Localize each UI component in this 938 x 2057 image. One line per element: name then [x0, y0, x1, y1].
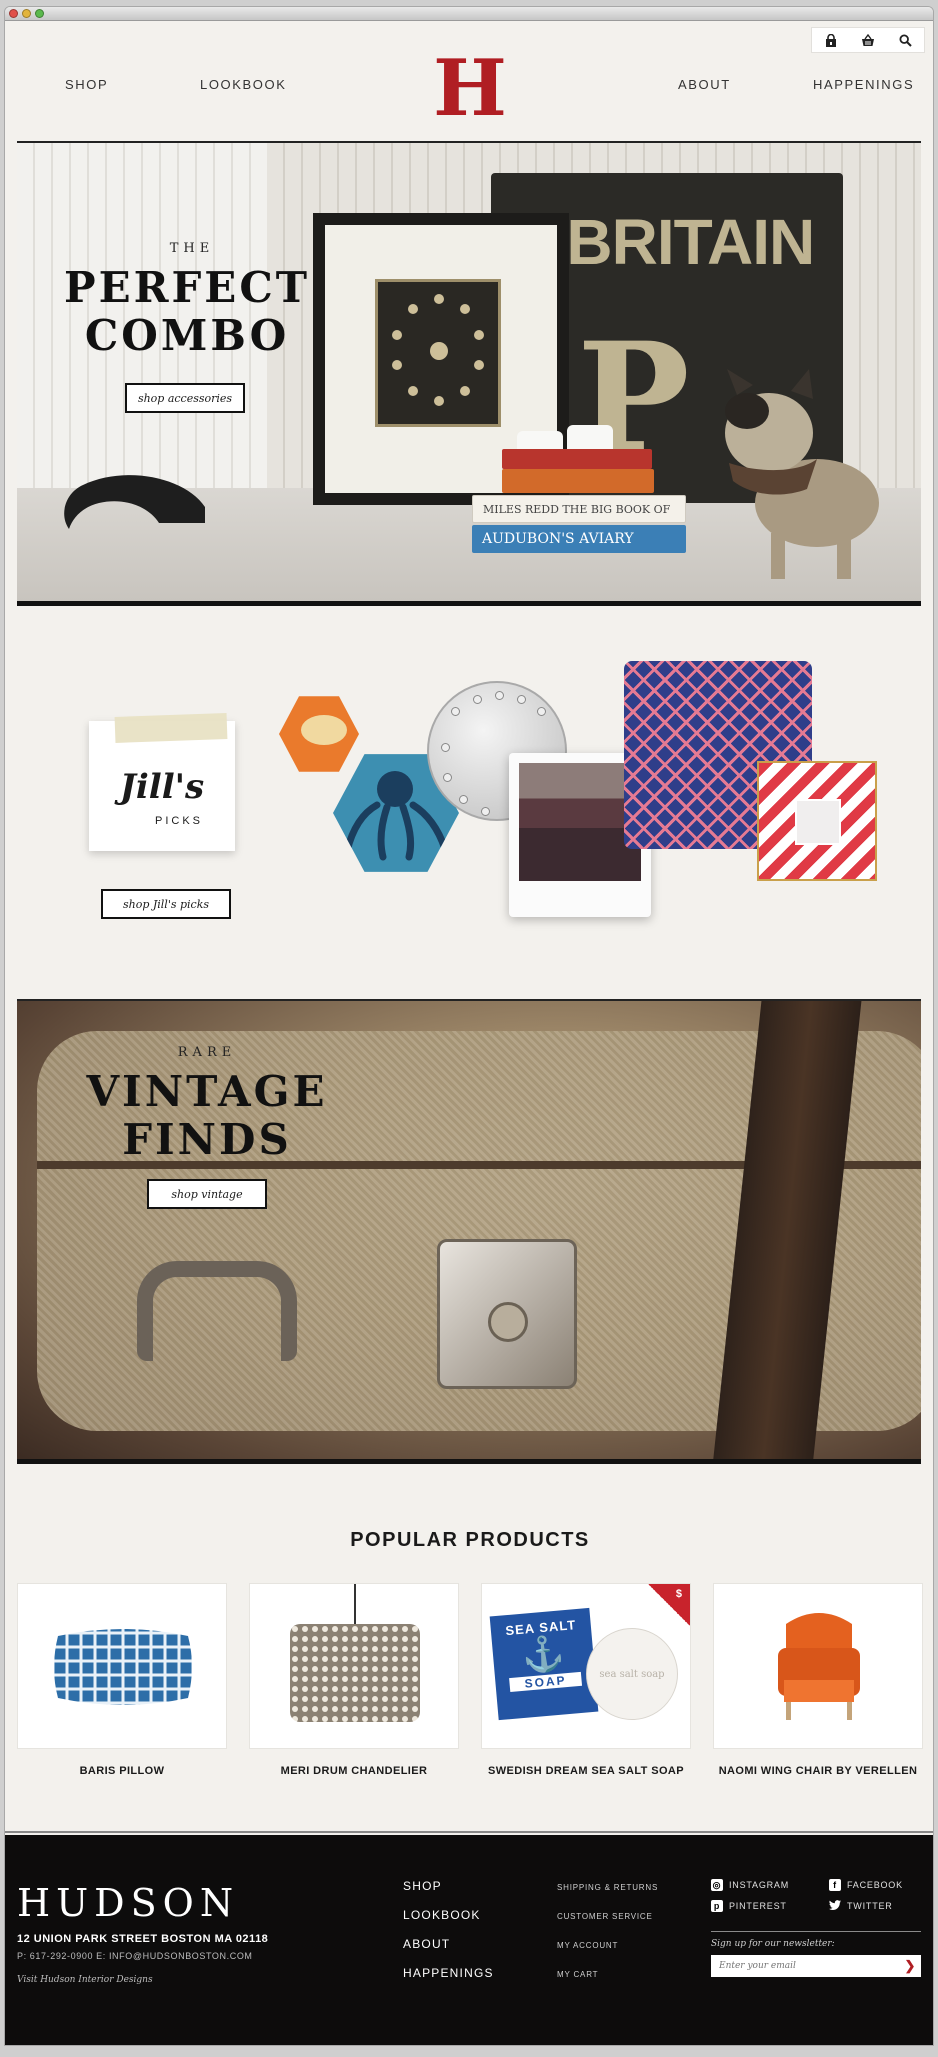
shop-accessories-button[interactable]: shop accessories: [125, 383, 245, 413]
leopard-tile: [279, 696, 359, 772]
tape-strip: [114, 713, 228, 743]
suitcase-latch: [437, 1239, 577, 1389]
footer-address: 12 UNION PARK STREET BOSTON MA 02118: [17, 1933, 269, 1945]
zoom-window-button[interactable]: [35, 9, 44, 18]
product-card[interactable]: $ SEA SALT ⚓ SOAP sea salt soap SWEDISH …: [481, 1583, 691, 1777]
product-name[interactable]: MERI DRUM CHANDELIER: [249, 1765, 459, 1777]
product-image[interactable]: [17, 1583, 227, 1749]
soap-bar: sea salt soap: [586, 1628, 678, 1720]
visit-interior-designs-link[interactable]: Visit Hudson Interior Designs: [17, 1975, 153, 1985]
popular-products-heading: POPULAR PRODUCTS: [350, 1529, 590, 1551]
newsletter-label: Sign up for our newsletter:: [711, 1939, 835, 1949]
shop-jills-picks-button[interactable]: shop Jill's picks: [101, 889, 231, 919]
page: SHOP LOOKBOOK H ABOUT HAPPENINGS WBRITAI…: [5, 21, 933, 2045]
wing-chair-image: [778, 1613, 860, 1720]
product-card[interactable]: NAOMI WING CHAIR BY VERELLEN: [713, 1583, 923, 1777]
product-image[interactable]: $ SEA SALT ⚓ SOAP sea salt soap: [481, 1583, 691, 1749]
pillow-image: [54, 1629, 192, 1705]
soap-box: SEA SALT ⚓ SOAP: [489, 1607, 599, 1721]
sale-badge: $: [648, 1584, 690, 1626]
hudson-logo[interactable]: H: [425, 49, 515, 129]
lock-icon[interactable]: [820, 30, 842, 50]
newsletter-email-input[interactable]: [711, 1955, 921, 1977]
product-card[interactable]: BARIS PILLOW: [17, 1583, 227, 1777]
hero-kicker: RARE: [177, 1045, 237, 1060]
pinterest-link[interactable]: p PINTEREST: [711, 1900, 787, 1912]
moon-chart: [375, 279, 501, 427]
product-image[interactable]: [713, 1583, 923, 1749]
book-big-book-of-chic: MILES REDD THE BIG BOOK OF CHIC: [472, 495, 686, 544]
hero-title-line1: PERFECT: [63, 263, 310, 312]
browser-window: SHOP LOOKBOOK H ABOUT HAPPENINGS WBRITAI…: [4, 6, 934, 2046]
nav-about[interactable]: ABOUT: [678, 77, 731, 92]
product-name[interactable]: NAOMI WING CHAIR BY VERELLEN: [713, 1765, 923, 1777]
book-audubons-aviary: AUDUBON'S AVIARY: [472, 525, 686, 553]
pinterest-icon: p: [711, 1900, 723, 1912]
hero-kicker: THE: [169, 241, 215, 256]
shop-vintage-button[interactable]: shop vintage: [147, 1179, 267, 1209]
newsletter-submit-arrow-icon[interactable]: ❯: [899, 1955, 921, 1977]
hero-vintage-finds[interactable]: RARE VINTAGE FINDS shop vintage: [17, 999, 921, 1464]
hero-title-line2: COMBO: [84, 311, 290, 360]
picks-label: PICKS: [155, 815, 204, 827]
keyhole-icon: [488, 1302, 528, 1342]
hero-perfect-combo[interactable]: WBRITAIN P MILES REDD THE BIG BOOK OF AU…: [17, 141, 921, 606]
product-name[interactable]: BARIS PILLOW: [17, 1765, 227, 1777]
basket-icon[interactable]: [857, 30, 879, 50]
nav-happenings[interactable]: HAPPENINGS: [813, 77, 914, 92]
product-image[interactable]: [249, 1583, 459, 1749]
book-orange: [502, 469, 654, 493]
footer-link-shipping[interactable]: SHIPPING & RETURNS: [557, 1883, 658, 1892]
soap-box-salt: SALT: [538, 1617, 577, 1636]
jills-script: Jill's: [119, 767, 205, 807]
nav-shop[interactable]: SHOP: [65, 77, 108, 92]
footer-link-my-cart[interactable]: MY CART: [557, 1970, 598, 1979]
footer-nav-shop[interactable]: SHOP: [403, 1879, 442, 1893]
bulldog-figurine: [725, 369, 879, 579]
book-red: [502, 449, 652, 469]
hero-title-line1: VINTAGE: [86, 1067, 328, 1116]
hero-title-line2: FINDS: [122, 1115, 292, 1164]
footer-link-my-account[interactable]: MY ACCOUNT: [557, 1941, 618, 1950]
footer-contact: P: 617-292-0900 E: INFO@HUDSONBOSTON.COM: [17, 1951, 253, 1961]
newsletter-divider: [711, 1931, 921, 1932]
close-window-button[interactable]: [9, 9, 18, 18]
footer: HUDSON 12 UNION PARK STREET BOSTON MA 02…: [5, 1835, 933, 2045]
footer-link-customer-service[interactable]: CUSTOMER SERVICE: [557, 1912, 653, 1921]
chevron-frame: [757, 761, 877, 881]
jills-picks-section[interactable]: Jill's PICKS shop Jill's picks: [17, 621, 921, 981]
facebook-link[interactable]: f FACEBOOK: [829, 1879, 903, 1891]
footer-nav-lookbook[interactable]: LOOKBOOK: [403, 1908, 481, 1922]
twitter-icon: [829, 1900, 841, 1912]
footer-nav-about[interactable]: ABOUT: [403, 1937, 450, 1951]
instagram-link[interactable]: ◎ INSTAGRAM: [711, 1879, 789, 1891]
product-card[interactable]: MERI DRUM CHANDELIER: [249, 1583, 459, 1777]
horn-bookend: [64, 475, 205, 529]
product-name[interactable]: SWEDISH DREAM SEA SALT SOAP: [481, 1765, 691, 1777]
suitcase-handle: [137, 1261, 297, 1361]
utility-bar: [811, 27, 925, 53]
facebook-icon: f: [829, 1879, 841, 1891]
footer-separator: [5, 1831, 933, 1833]
footer-nav-happenings[interactable]: HAPPENINGS: [403, 1966, 494, 1980]
search-icon[interactable]: [894, 30, 916, 50]
minimize-window-button[interactable]: [22, 9, 31, 18]
footer-brand[interactable]: HUDSON: [17, 1881, 239, 1925]
instagram-icon: ◎: [711, 1879, 723, 1891]
chandelier-image: [290, 1584, 420, 1722]
window-titlebar: [5, 7, 933, 21]
nav-lookbook[interactable]: LOOKBOOK: [200, 77, 287, 92]
twitter-link[interactable]: TWITTER: [829, 1900, 893, 1912]
